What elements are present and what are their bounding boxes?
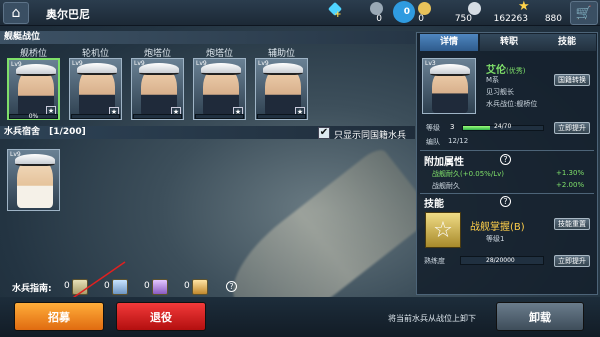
attr-label-2: 战舰耐久 [432,182,460,190]
position-card[interactable]: Lv9 ★ [69,58,122,120]
home-icon: ⌂ [11,5,21,21]
skill-reset-button[interactable]: 技能重置 [554,218,590,230]
cap-icon [430,64,470,76]
cap-icon [15,154,55,166]
country-change-button[interactable]: 国籍转换 [554,74,590,86]
cap-icon [201,63,241,75]
coin-icon [418,2,431,15]
attr-value-1: +1.30% [556,169,585,177]
cap-icon [16,64,56,76]
exp-bar-fill [463,126,491,130]
cart-icon: 🛒 [575,5,593,21]
skill-help-icon[interactable]: ? [500,196,511,207]
attr-title: 附加属性 [424,157,464,168]
guide-count-4: 0 [184,281,190,291]
game-screen: ⌂ 奥尔巴尼 + 0 0 0 750 162263 ★ 880 🛒 舰艇战位 舰… [0,0,600,337]
grade-label: 等级 [426,124,440,132]
oil-value: 0 [403,7,410,17]
position-progress-bar [195,114,244,119]
recruit-button[interactable]: 招募 [14,302,104,331]
position-card[interactable]: Lv9 ★ [131,58,184,120]
cap-icon [139,63,179,75]
sailor-name: 艾伦(优秀) [486,65,526,76]
tab-details[interactable]: 详情 [420,34,478,51]
resource-oil[interactable]: 0 [390,1,418,25]
attr-value-2: +2.00% [556,181,585,189]
grade-value: 3 [450,123,455,131]
star-value: 880 [544,14,562,24]
position-card[interactable]: Lv9 ★ [7,58,60,120]
unload-button[interactable]: 卸载 [496,302,584,331]
cap-icon [77,63,117,75]
mastery-up-button[interactable]: 立即提升 [554,255,590,267]
position-progress-text: 0% [28,113,39,120]
skill-star-icon[interactable]: ☆ [425,212,461,248]
crew-label: 编队 [426,138,440,146]
sailor-post: 水兵战位:舰桥位 [486,100,538,108]
guide-help-icon[interactable]: ? [226,281,237,292]
position-progress-bar [71,114,120,119]
shop-button[interactable]: 🛒 [570,1,598,25]
dorm-sailor-card[interactable]: Lv9 [7,149,60,211]
same-country-label: 只显示同国籍水兵 [334,131,407,141]
skill-name: 战舰掌握(B) [470,222,525,233]
exp-value: 24/70 [494,123,512,130]
selected-sailor-portrait: Lv3 [422,58,476,114]
skill-level: 等级1 [486,235,505,243]
guide-book-icon[interactable] [152,279,168,295]
position-card[interactable]: Lv9 ★ [193,58,246,120]
position-progress-bar [133,114,182,119]
retire-button[interactable]: 退役 [116,302,206,331]
crew-value: 12/12 [448,137,469,145]
cap-icon [263,63,303,75]
home-button[interactable]: ⌂ [3,2,29,24]
same-country-checkbox[interactable]: ✔ [318,127,330,139]
guide-book-icon[interactable] [192,279,208,295]
tab-transfer[interactable]: 转职 [480,34,538,51]
dorm-title: 水兵宿舍 [4,127,41,137]
position-progress-bar [257,114,306,119]
arrow-annotation [72,261,126,297]
top-bar: ⌂ 奥尔巴尼 + 0 0 0 750 162263 ★ 880 🛒 [0,0,600,26]
star-icon: ★ [518,0,530,14]
mastery-value: 28/20000 [486,257,515,264]
battle-section-title: 舰艇战位 [0,31,415,44]
dorm-count: [1/200] [49,127,86,137]
skill-title: 技能 [424,199,444,210]
unload-hint: 将当前水兵从战位上卸下 [388,314,476,323]
attr-help-icon[interactable]: ? [500,154,511,165]
level-up-button[interactable]: 立即提升 [554,122,590,134]
mastery-label: 熟练度 [424,257,445,265]
tab-skills[interactable]: 技能 [538,34,596,51]
sailor-country: M系 [486,76,500,84]
attr-label-1: 战舰耐久(+0.05%/Lv) [432,170,504,178]
sailor-rank: 见习舰长 [486,88,514,96]
position-card[interactable]: Lv9 ★ [255,58,308,120]
resource-star[interactable]: ★ 880 [518,0,568,25]
page-title: 奥尔巴尼 [46,8,90,21]
fuel-icon [370,2,383,15]
silver-coin-icon [468,2,481,15]
